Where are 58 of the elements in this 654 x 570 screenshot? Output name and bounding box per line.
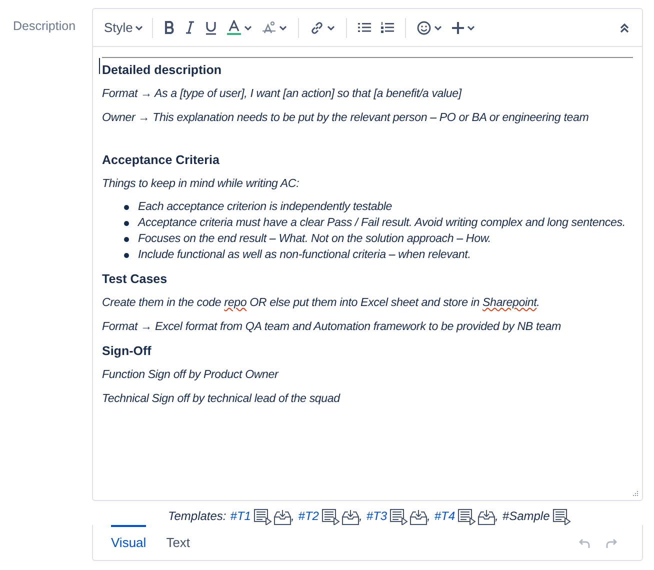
emoji-icon [416,20,431,34]
separator-text: , [495,508,498,525]
caret-icon [326,24,335,30]
inbox-download-icon[interactable] [478,510,496,525]
style-dropdown[interactable]: Style [101,16,146,40]
editor-tab[interactable]: Visual [111,525,146,552]
document-play-icon[interactable] [390,509,410,525]
section-heading: Acceptance Criteria [102,152,220,168]
paragraph: Format → As a [type of user], I want [an action] so that [a benefit/a value] [102,86,463,102]
editor-tab[interactable]: Text [166,525,190,552]
paragraph: Owner → This explanation needs to be put by the relevant person – PO or BA or engineering team [102,110,590,126]
numbered-list-icon [380,22,394,33]
clear-format-icon [262,20,276,34]
section-heading: Sign-Off [102,343,152,359]
list-item: Include functional as well as non-functional criteria – when relevant. [138,247,471,263]
paragraph: Function Sign off by Product Owner [102,367,280,383]
template-link[interactable]: #T2 [298,507,319,525]
template-link[interactable]: #T1 [230,507,251,525]
bullet-icon [124,221,129,226]
collapse-icon [620,22,629,32]
inbox-download-icon[interactable] [410,510,428,525]
text-cursor [99,58,100,74]
field-label: Description [13,19,76,33]
paragraph: Format → Excel format from QA team and Automation framework to be provided by NB team [102,319,562,335]
section-heading: Detailed description [102,62,222,78]
paragraph: Things to keep in mind while writing AC: [102,176,300,192]
document-play-icon[interactable] [254,509,273,525]
italic-icon [184,21,195,34]
list-item: Each acceptance criterion is independently testable [138,199,392,215]
caret-icon [134,24,143,30]
plus-icon [452,22,464,34]
templates-label: Templates: [168,508,226,525]
caret-icon [278,24,287,30]
link-icon [310,20,324,34]
document-play-icon[interactable] [552,509,572,525]
text-color-icon [226,20,241,35]
template-link[interactable]: #T3 [366,507,388,525]
section-heading: Test Cases [102,271,168,287]
list-item: Focuses on the end result – What. Not on the solution approach – How. [138,231,491,247]
separator-text: , [290,508,294,525]
paragraph: Technical Sign off by technical lead of the squad [102,391,342,407]
separator-text: , [427,508,430,525]
document-play-icon[interactable] [322,509,341,525]
bullet-icon [124,205,129,210]
document-play-icon[interactable] [458,509,478,525]
bullet-list-icon [358,22,371,33]
caret-icon [244,24,252,30]
underline-icon [204,20,217,34]
bold-icon [164,21,175,34]
paragraph: Create them in the code repo OR else put them into Excel sheet and store in Sharepoint. [102,295,541,311]
caret-icon [434,24,442,30]
template-name: #Sample [502,508,550,525]
template-link[interactable]: #T4 [434,507,456,525]
caret-icon [466,24,475,30]
bullet-icon [124,237,129,242]
list-item: Acceptance criteria must have a clear Pass / Fail result. Avoid writing complex and long sentences. [138,215,626,231]
bullet-icon [124,253,129,258]
separator-text: , [358,508,362,525]
